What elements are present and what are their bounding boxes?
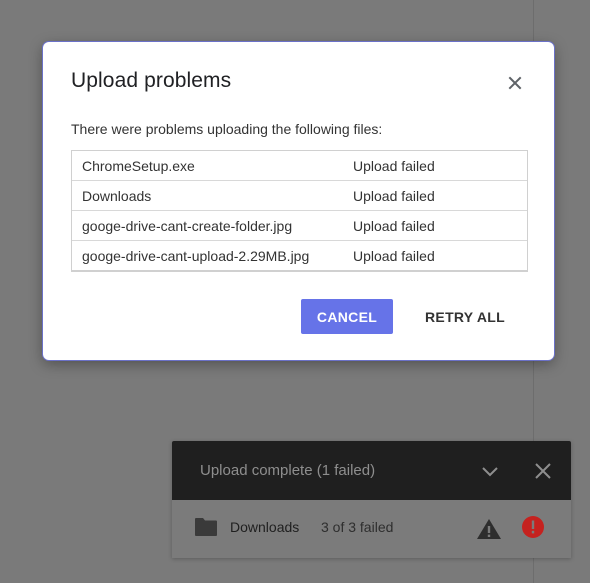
collapse-panel-button[interactable] bbox=[478, 459, 502, 483]
dialog-close-button[interactable] bbox=[502, 70, 528, 96]
upload-item-name: Downloads bbox=[230, 519, 300, 535]
file-status: Upload failed bbox=[353, 248, 435, 264]
upload-item-row[interactable]: Downloads 3 of 3 failed bbox=[172, 500, 571, 558]
upload-problems-dialog: Upload problems There were problems uplo… bbox=[43, 42, 554, 360]
close-icon bbox=[535, 463, 551, 479]
upload-progress-panel: Upload complete (1 failed) Downloads 3 o… bbox=[172, 441, 571, 558]
close-icon bbox=[508, 76, 522, 90]
close-panel-button[interactable] bbox=[531, 459, 555, 483]
table-row: googe-drive-cant-create-folder.jpg Uploa… bbox=[72, 210, 527, 240]
table-row: googe-drive-cant-upload-2.29MB.jpg Uploa… bbox=[72, 240, 527, 270]
retry-all-button[interactable]: RETRY ALL bbox=[415, 299, 515, 334]
chevron-down-icon bbox=[482, 467, 498, 477]
file-name: googe-drive-cant-upload-2.29MB.jpg bbox=[82, 248, 310, 264]
table-row: Downloads Upload failed bbox=[72, 180, 527, 210]
file-name: googe-drive-cant-create-folder.jpg bbox=[82, 218, 293, 234]
error-icon[interactable] bbox=[521, 515, 545, 539]
dialog-message: There were problems uploading the follow… bbox=[71, 121, 383, 137]
upload-panel-header: Upload complete (1 failed) bbox=[172, 441, 571, 500]
folder-icon bbox=[195, 518, 217, 536]
cancel-button[interactable]: CANCEL bbox=[301, 299, 393, 334]
failed-files-table: ChromeSetup.exe Upload failed Downloads … bbox=[71, 150, 528, 272]
table-row: ChromeSetup.exe Upload failed bbox=[72, 151, 527, 180]
file-status: Upload failed bbox=[353, 158, 435, 174]
file-status: Upload failed bbox=[353, 218, 435, 234]
file-name: ChromeSetup.exe bbox=[82, 158, 195, 174]
upload-item-count: 3 of 3 failed bbox=[321, 519, 394, 535]
dialog-title: Upload problems bbox=[71, 69, 232, 92]
upload-panel-title: Upload complete (1 failed) bbox=[200, 462, 376, 479]
file-status: Upload failed bbox=[353, 188, 435, 204]
file-name: Downloads bbox=[82, 188, 152, 204]
warning-icon[interactable] bbox=[476, 517, 502, 541]
